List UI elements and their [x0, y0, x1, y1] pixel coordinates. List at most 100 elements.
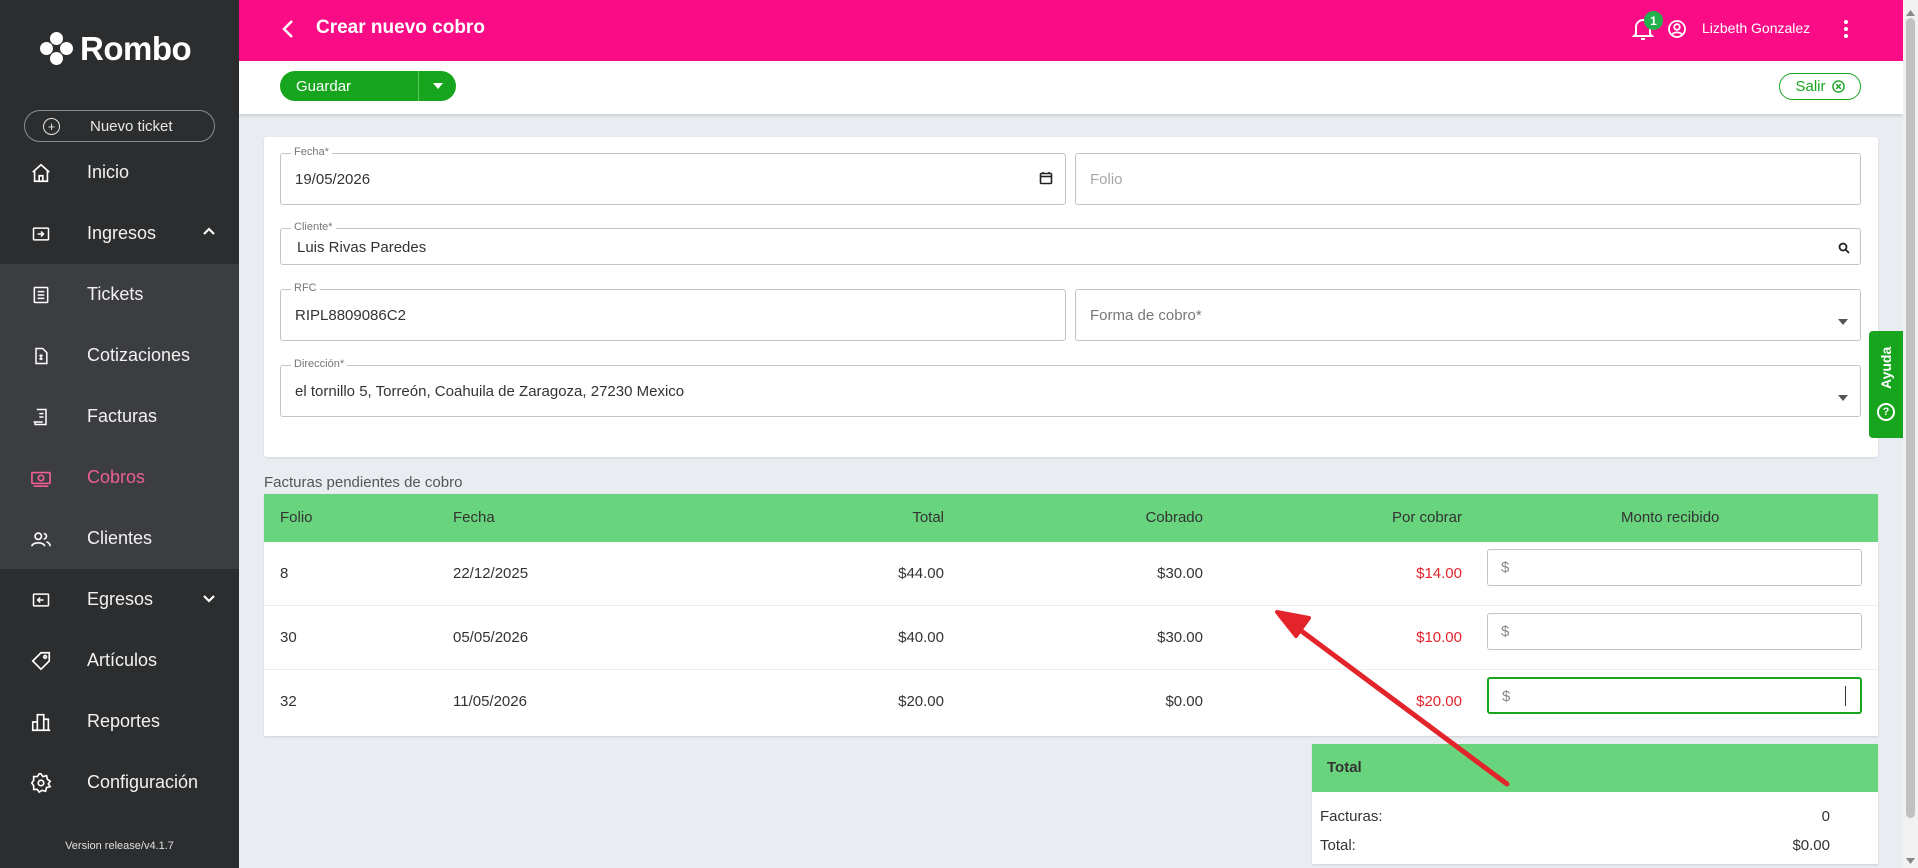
sidebar-item-cobros[interactable]: Cobros: [0, 447, 239, 508]
caret-down-icon: [432, 83, 443, 89]
brand-name: Rombo: [80, 30, 192, 67]
cell-por-cobrar: $14.00: [1416, 565, 1462, 582]
pending-invoices-table: Folio Fecha Total Cobrado Por cobrar Mon…: [264, 494, 1878, 736]
cell-folio: 8: [280, 565, 289, 582]
folio-placeholder: Folio: [1090, 171, 1123, 188]
payment-method-select[interactable]: Forma de cobro*: [1075, 289, 1861, 341]
payment-method-placeholder: Forma de cobro*: [1090, 307, 1202, 324]
calendar-icon[interactable]: [1039, 171, 1053, 190]
version-label: Version release/v4.1.7: [65, 840, 174, 852]
exit-label: Salir: [1795, 78, 1826, 95]
user-account-icon[interactable]: [1667, 19, 1687, 44]
sidebar-item-label: Reportes: [87, 711, 161, 731]
cell-cobrado: $0.00: [1165, 693, 1203, 710]
column-header-monto-recibido: Monto recibido: [1621, 509, 1720, 526]
quote-icon: [29, 344, 53, 368]
rfc-field[interactable]: RFC RIPL8809086C2: [280, 282, 1066, 341]
reports-icon: [29, 710, 53, 734]
sidebar-item-tickets[interactable]: Tickets: [0, 264, 239, 325]
currency-symbol: $: [1501, 559, 1510, 576]
totals-title: Total: [1312, 744, 1878, 792]
save-options-dropdown[interactable]: [418, 71, 456, 101]
table-header: Folio Fecha Total Cobrado Por cobrar Mon…: [264, 494, 1878, 542]
date-field[interactable]: Fecha* 19/05/2026: [280, 146, 1066, 205]
scrollbar-thumb[interactable]: [1906, 18, 1915, 818]
folio-field[interactable]: Folio: [1075, 153, 1861, 205]
back-arrow-icon[interactable]: [281, 18, 295, 45]
new-ticket-label: Nuevo ticket: [90, 117, 173, 135]
table-row: 30 05/05/2026 $40.00 $30.00 $10.00 $: [264, 606, 1878, 670]
exit-button[interactable]: Salir: [1779, 73, 1861, 100]
total-amount-value: $0.00: [1792, 837, 1830, 854]
sidebar-item-label: Clientes: [87, 528, 153, 548]
amount-received-input[interactable]: $: [1487, 613, 1862, 650]
sidebar-item-facturas[interactable]: Facturas: [0, 386, 239, 447]
cell-fecha: 22/12/2025: [453, 565, 529, 582]
date-field-label: Fecha*: [291, 146, 332, 158]
rfc-field-label: RFC: [291, 282, 320, 294]
column-header-por-cobrar: Por cobrar: [1391, 509, 1462, 526]
sidebar-item-ingresos[interactable]: Ingresos: [0, 203, 239, 264]
money-icon: [29, 466, 53, 490]
sidebar-item-configuracion[interactable]: Configuración: [0, 752, 239, 813]
chevron-down-icon: [1838, 312, 1848, 330]
cell-folio: 32: [280, 693, 297, 710]
app-header: Crear nuevo cobro 1 Lizbeth Gonzalez: [239, 0, 1903, 61]
amount-received-input-focused[interactable]: $: [1487, 677, 1862, 714]
notification-badge: 1: [1644, 11, 1663, 30]
search-icon[interactable]: [1838, 241, 1850, 259]
sidebar-item-label: Cotizaciones: [87, 345, 191, 365]
sidebar-item-egresos[interactable]: Egresos: [0, 569, 239, 630]
table-row: 8 22/12/2025 $44.00 $30.00 $14.00 $: [264, 542, 1878, 606]
expense-icon: [29, 588, 53, 612]
sidebar-item-label: Artículos: [87, 650, 158, 670]
sidebar-item-reportes[interactable]: Reportes: [0, 691, 239, 752]
sidebar-item-label: Cobros: [87, 467, 146, 487]
sidebar-item-inicio[interactable]: Inicio: [0, 142, 239, 203]
brand-logo[interactable]: Rombo: [40, 30, 192, 68]
question-circle-icon: ?: [1877, 403, 1895, 421]
address-select[interactable]: Dirección* el tornillo 5, Torreón, Coahu…: [280, 358, 1861, 417]
rombo-logo-icon: [40, 32, 74, 66]
invoices-count-label: Facturas:: [1320, 808, 1383, 825]
cell-total: $20.00: [898, 693, 944, 710]
user-name[interactable]: Lizbeth Gonzalez: [1702, 20, 1810, 36]
sidebar-item-label: Inicio: [87, 162, 130, 182]
currency-symbol: $: [1502, 688, 1511, 705]
client-field[interactable]: Cliente* Luis Rivas Paredes: [280, 221, 1861, 265]
cell-cobrado: $30.00: [1157, 629, 1203, 646]
tag-icon: [29, 649, 53, 673]
scroll-down-arrow-icon[interactable]: [1906, 852, 1915, 868]
pending-invoices-title: Facturas pendientes de cobro: [264, 474, 463, 491]
close-circle-icon: [1831, 80, 1845, 93]
gear-icon: [29, 771, 53, 795]
invoice-icon: [29, 405, 53, 429]
cell-fecha: 05/05/2026: [453, 629, 529, 646]
sidebar-item-cotizaciones[interactable]: Cotizaciones: [0, 325, 239, 386]
sidebar-item-label: Tickets: [87, 284, 144, 304]
sidebar-item-label: Facturas: [87, 406, 158, 426]
more-options-icon[interactable]: [1843, 19, 1849, 44]
amount-received-input[interactable]: $: [1487, 549, 1862, 586]
payment-form-card: Fecha* 19/05/2026 Folio Cliente* Luis Ri…: [264, 137, 1878, 457]
page-scrollbar[interactable]: [1903, 0, 1918, 868]
address-field-label: Dirección*: [291, 358, 348, 370]
total-amount-label: Total:: [1320, 837, 1356, 854]
client-field-value: Luis Rivas Paredes: [297, 239, 427, 256]
sidebar-item-articulos[interactable]: Artículos: [0, 630, 239, 691]
cell-por-cobrar: $10.00: [1416, 629, 1462, 646]
client-field-label: Cliente*: [291, 221, 336, 233]
save-button[interactable]: Guardar: [280, 78, 418, 95]
users-icon: [29, 527, 53, 551]
sidebar: Rombo + Nuevo ticket Inicio Ingresos Tic…: [0, 0, 239, 868]
totals-invoices-row: Facturas: 0: [1320, 808, 1830, 825]
column-header-total: Total: [912, 509, 944, 526]
sidebar-item-label: Ingresos: [87, 223, 157, 243]
cell-fecha: 11/05/2026: [453, 693, 527, 710]
action-toolbar: Guardar Salir: [239, 61, 1903, 114]
new-ticket-button[interactable]: + Nuevo ticket: [24, 110, 215, 142]
help-tab[interactable]: Ayuda ?: [1869, 331, 1903, 438]
date-field-value: 19/05/2026: [295, 171, 371, 188]
sidebar-item-clientes[interactable]: Clientes: [0, 508, 239, 569]
invoices-count-value: 0: [1821, 808, 1830, 825]
